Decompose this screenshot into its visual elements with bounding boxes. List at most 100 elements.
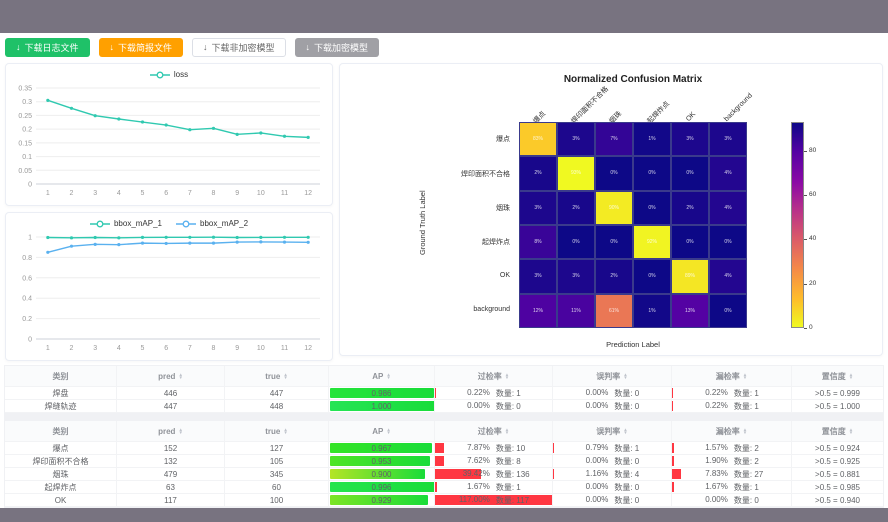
column-sort-icon[interactable]: ▲▼ [505, 373, 509, 380]
table-row[interactable]: 焊缝轨迹4474481.0000.00%数量: 00.00%数量: 00.22%… [5, 400, 883, 413]
matrix-cell[interactable]: 61% [595, 294, 633, 328]
matrix-cell[interactable]: 2% [671, 191, 709, 225]
column-sort-icon[interactable]: ▲▼ [743, 428, 747, 435]
matrix-cell[interactable]: 93% [557, 156, 595, 190]
column-sort-icon[interactable]: ▲▼ [386, 428, 390, 435]
matrix-cell[interactable]: 89% [671, 259, 709, 293]
matrix-cell[interactable]: 0% [633, 156, 671, 190]
legend-item-bbox_mAP_2[interactable]: bbox_mAP_2 [176, 219, 248, 228]
matrix-cell[interactable]: 92% [633, 225, 671, 259]
column-sort-icon[interactable]: ▲▼ [743, 373, 747, 380]
column-header-7[interactable]: 置信度▲▼ [792, 366, 883, 386]
matrix-cell[interactable]: 3% [557, 122, 595, 156]
column-sort-icon[interactable]: ▲▼ [283, 428, 287, 435]
matrix-cell[interactable]: 3% [557, 259, 595, 293]
column-header-5[interactable]: 误判率▲▼ [553, 421, 672, 441]
matrix-cell[interactable]: 90% [595, 191, 633, 225]
matrix-cell[interactable]: 8% [519, 225, 557, 259]
matrix-cell-value: 0% [634, 273, 670, 279]
matrix-cell[interactable]: 0% [633, 191, 671, 225]
column-header-5[interactable]: 误判率▲▼ [553, 366, 672, 386]
column-header-2[interactable]: true▲▼ [225, 421, 329, 441]
ap-cell: 0.900 [329, 468, 435, 480]
matrix-cell[interactable]: 4% [709, 156, 747, 190]
matrix-cell[interactable]: 2% [557, 191, 595, 225]
class-name-cell: 焊盘 [5, 387, 117, 399]
column-header-2[interactable]: true▲▼ [225, 366, 329, 386]
table-row[interactable]: 焊印面积不合格1321050.9537.62%数量: 80.00%数量: 01.… [5, 455, 883, 468]
column-header-6[interactable]: 漏检率▲▼ [672, 366, 792, 386]
matrix-cell[interactable]: 4% [709, 191, 747, 225]
matrix-cell[interactable]: 83% [519, 122, 557, 156]
matrix-cell-value: 1% [634, 136, 670, 142]
matrix-cell[interactable]: 13% [671, 294, 709, 328]
pred-count-cell: 479 [117, 468, 225, 480]
column-header-1[interactable]: pred▲▼ [117, 366, 225, 386]
download-plain-model-button[interactable]: ↓ 下载非加密模型 [192, 38, 286, 57]
matrix-cell[interactable]: 0% [595, 156, 633, 190]
matrix-cell[interactable]: 3% [519, 259, 557, 293]
matrix-cell[interactable]: 1% [633, 122, 671, 156]
matrix-cell[interactable]: 2% [595, 259, 633, 293]
table-row[interactable]: 爆点1521270.9677.87%数量: 100.79%数量: 11.57%数… [5, 442, 883, 455]
column-sort-icon[interactable]: ▲▼ [623, 373, 627, 380]
misjudge-rate-text: 0.79%数量: 1 [553, 443, 671, 454]
column-sort-icon[interactable]: ▲▼ [283, 373, 287, 380]
column-header-3[interactable]: AP▲▼ [329, 421, 435, 441]
matrix-cell[interactable]: 2% [519, 156, 557, 190]
column-sort-icon[interactable]: ▲▼ [623, 428, 627, 435]
column-sort-icon[interactable]: ▲▼ [386, 373, 390, 380]
matrix-cell[interactable]: 4% [709, 259, 747, 293]
colorbar-tick-label: 20 [809, 280, 816, 287]
map-chart-card: bbox_mAP_1bbox_mAP_2 00.20.40.60.8112345… [5, 212, 333, 361]
class-name-cell: 爆点 [5, 442, 117, 454]
download-report-button[interactable]: ↓ 下载简报文件 [99, 38, 184, 57]
column-sort-icon[interactable]: ▲▼ [178, 428, 182, 435]
matrix-cell[interactable]: 11% [557, 294, 595, 328]
matrix-cell[interactable]: 3% [709, 122, 747, 156]
column-sort-icon[interactable]: ▲▼ [505, 428, 509, 435]
svg-text:9: 9 [235, 345, 239, 352]
table-row[interactable]: 焊盘4464470.9860.22%数量: 10.00%数量: 00.22%数量… [5, 387, 883, 400]
miss-rate-text: 1.67%数量: 1 [672, 482, 791, 493]
download-log-button[interactable]: ↓ 下载日志文件 [5, 38, 90, 57]
matrix-cell[interactable]: 0% [671, 156, 709, 190]
matrix-cell[interactable]: 0% [557, 225, 595, 259]
matrix-cell[interactable]: 3% [519, 191, 557, 225]
overkill-rate-text: 1.67%数量: 1 [435, 482, 552, 493]
matrix-cell[interactable]: 0% [633, 259, 671, 293]
matrix-cell[interactable]: 7% [595, 122, 633, 156]
legend-item-bbox_mAP_1[interactable]: bbox_mAP_1 [90, 219, 162, 228]
table-row[interactable]: 烟珠4793450.90039.42%数量: 1361.16%数量: 47.83… [5, 468, 883, 481]
matrix-cell[interactable]: 0% [709, 225, 747, 259]
matrix-cell[interactable]: 12% [519, 294, 557, 328]
column-header-4[interactable]: 过检率▲▼ [435, 366, 553, 386]
svg-text:3: 3 [93, 345, 97, 352]
column-sort-icon[interactable]: ▲▼ [849, 428, 853, 435]
misjudge-rate-cell: 0.00%数量: 0 [553, 481, 672, 493]
column-header-7[interactable]: 置信度▲▼ [792, 421, 883, 441]
column-sort-icon[interactable]: ▲▼ [178, 373, 182, 380]
matrix-cell-value: 3% [520, 205, 556, 211]
matrix-cell[interactable]: 1% [633, 294, 671, 328]
column-header-6[interactable]: 漏检率▲▼ [672, 421, 792, 441]
column-sort-icon[interactable]: ▲▼ [849, 373, 853, 380]
matrix-cell[interactable]: 3% [671, 122, 709, 156]
confusion-matrix-card: Normalized Confusion Matrix爆点焊印面积不合格烟珠起焊… [339, 63, 883, 356]
download-encrypted-model-button[interactable]: ↓ 下载加密模型 [295, 38, 380, 57]
matrix-row-label: 爆点 [430, 134, 510, 144]
confidence-cell: >0.5 = 1.000 [792, 400, 883, 412]
column-header-4[interactable]: 过检率▲▼ [435, 421, 553, 441]
table-row[interactable]: 起焊炸点63600.9961.67%数量: 10.00%数量: 01.67%数量… [5, 481, 883, 494]
column-header-1[interactable]: pred▲▼ [117, 421, 225, 441]
matrix-cell-value: 4% [710, 205, 746, 211]
table-row[interactable]: OK1171000.929117.00%数量: 1170.00%数量: 00.0… [5, 494, 883, 507]
matrix-cell[interactable]: 0% [595, 225, 633, 259]
matrix-cell[interactable]: 0% [709, 294, 747, 328]
column-header-3[interactable]: AP▲▼ [329, 366, 435, 386]
legend-item-loss[interactable]: loss [150, 70, 188, 79]
svg-text:11: 11 [281, 345, 288, 352]
matrix-cell[interactable]: 0% [671, 225, 709, 259]
true-count-cell: 105 [225, 455, 329, 467]
svg-text:4: 4 [117, 190, 121, 197]
